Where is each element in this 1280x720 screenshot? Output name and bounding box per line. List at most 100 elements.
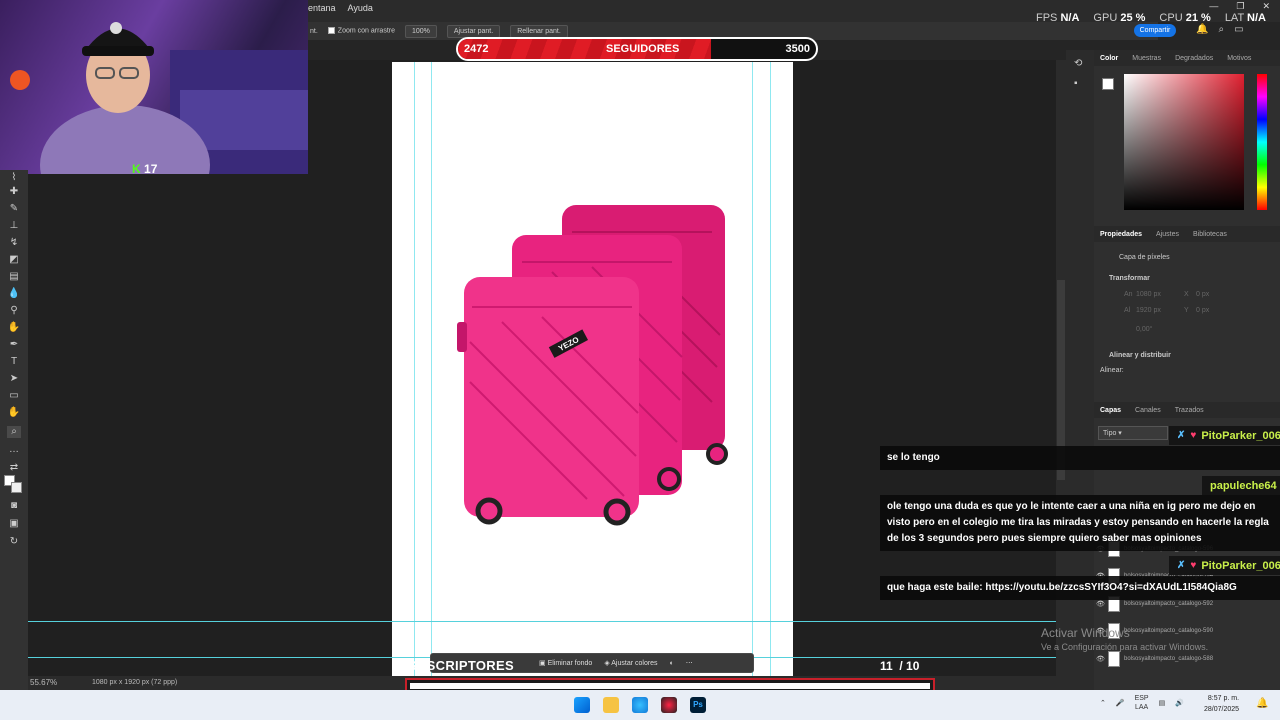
guide-line: [28, 621, 1058, 622]
quick-mask-icon[interactable]: ◙: [7, 500, 21, 512]
brush-icon[interactable]: ✎: [7, 203, 21, 215]
eye-icon[interactable]: 👁: [1096, 600, 1105, 608]
y-field[interactable]: 0 px: [1196, 307, 1209, 314]
start-icon[interactable]: [574, 697, 590, 713]
align-label: Alinear:: [1100, 367, 1124, 374]
mic-icon[interactable]: 🎤: [1116, 699, 1125, 707]
notification-icon[interactable]: 🔔: [1256, 698, 1268, 709]
bell-icon[interactable]: 🔔: [1196, 24, 1208, 35]
history-brush-icon[interactable]: ↯: [7, 237, 21, 249]
photoshop-icon[interactable]: Ps: [690, 697, 706, 713]
rectangle-icon[interactable]: ▭: [7, 390, 21, 402]
more-options-icon[interactable]: ⋯: [686, 659, 693, 667]
align-section[interactable]: Alinear y distribuir: [1109, 352, 1171, 359]
share-button[interactable]: Compartir: [1134, 24, 1176, 37]
smudge-icon[interactable]: ✋: [7, 322, 21, 334]
tab-paths[interactable]: Trazados: [1175, 407, 1204, 414]
rotate-view-icon[interactable]: ↻: [7, 536, 21, 548]
tab-adjustments[interactable]: Ajustes: [1156, 231, 1179, 238]
window-controls: — ❐ ✕: [1209, 1, 1270, 12]
blur-icon[interactable]: 💧: [7, 288, 21, 300]
heart-badge-icon: ♥: [1190, 560, 1197, 571]
remove-background-button[interactable]: ▣ Eliminar fondo: [539, 659, 592, 667]
mask-icon[interactable]: ◐: [670, 660, 674, 667]
subscribers-title: SUSCRIPTORES: [408, 658, 514, 673]
more-tools-icon[interactable]: …: [7, 444, 21, 456]
sword-badge-icon: ✗: [1177, 560, 1186, 571]
comments-icon[interactable]: ▪: [1074, 78, 1078, 89]
tab-gradients[interactable]: Degradados: [1175, 55, 1213, 62]
zoom-100-button[interactable]: 100%: [404, 24, 437, 38]
tab-layers[interactable]: Capas: [1100, 407, 1121, 414]
screen-mode-icon[interactable]: ▣: [7, 518, 21, 530]
transform-section[interactable]: Transformar: [1109, 275, 1150, 282]
background-color-swatch[interactable]: [11, 482, 22, 493]
width-label: An: [1124, 291, 1133, 298]
tools-panel: ⌇ ✚ ✎ ⊥ ↯ ◩ ▤ 💧 ⚲ ✋ ✒ T ➤ ▭ ✋ ⌕ … ⇄ ◙ ▣ …: [0, 170, 28, 690]
color-picker-field[interactable]: [1124, 74, 1244, 210]
chat-message: ole tengo una duda es que yo le intente …: [880, 495, 1280, 551]
x-field[interactable]: 0 px: [1196, 291, 1209, 298]
document-info: 1080 px x 1920 px (72 ppp): [92, 679, 178, 686]
file-explorer-icon[interactable]: [603, 697, 619, 713]
history-icon[interactable]: ⟲: [1074, 58, 1082, 69]
dodge-icon[interactable]: ⚲: [7, 305, 21, 317]
tab-color[interactable]: Color: [1100, 55, 1118, 62]
close-icon[interactable]: ✕: [1262, 1, 1270, 12]
zoom-drag-checkbox[interactable]: Zoom con arrastre: [327, 27, 395, 35]
obs-icon[interactable]: [661, 697, 677, 713]
volume-icon[interactable]: 🔊: [1175, 699, 1184, 707]
suitcase-image: YEZO: [457, 205, 728, 526]
language-indicator[interactable]: ESP LAA: [1135, 694, 1149, 712]
followers-title: SEGUIDORES: [606, 43, 680, 55]
type-icon[interactable]: T: [7, 356, 21, 368]
stamp-icon[interactable]: ⊥: [7, 220, 21, 232]
properties-tabs: Propiedades Ajustes Bibliotecas: [1094, 226, 1280, 242]
subscribers-count: 11 / 10: [880, 659, 920, 673]
menu-item-window[interactable]: entana: [308, 3, 336, 13]
hand-icon[interactable]: ✋: [7, 407, 21, 419]
tab-properties[interactable]: Propiedades: [1100, 231, 1142, 238]
path-select-icon[interactable]: ➤: [7, 373, 21, 385]
chevron-up-icon[interactable]: ⌃: [1100, 699, 1106, 707]
gradient-icon[interactable]: ▤: [7, 271, 21, 283]
tab-patterns[interactable]: Motivos: [1227, 55, 1251, 62]
lat-value: N/A: [1247, 12, 1266, 24]
swap-colors-icon[interactable]: ⇄: [7, 462, 21, 474]
width-field[interactable]: 1080 px: [1136, 291, 1161, 298]
lasso-icon[interactable]: ⌇: [7, 172, 21, 184]
tab-channels[interactable]: Canales: [1135, 407, 1161, 414]
adjust-colors-button[interactable]: ◈ Ajustar colores: [604, 659, 657, 667]
chat-username: ✗ ♥ PitoParker_006: [1169, 426, 1280, 445]
search-icon[interactable]: ⌕: [1218, 24, 1224, 35]
fg-swatch[interactable]: [1102, 78, 1114, 90]
network-icon[interactable]: ▤: [1159, 699, 1166, 707]
hue-slider[interactable]: [1257, 74, 1267, 210]
eye-icon[interactable]: 👁: [1096, 655, 1105, 663]
eraser-icon[interactable]: ◩: [7, 254, 21, 266]
layer-kind-filter[interactable]: Tipo ▾: [1098, 426, 1168, 440]
fill-screen-button[interactable]: Rellenar pant.: [510, 24, 568, 38]
windows-activation-watermark: Activar Windows Ve a Configuración para …: [1041, 626, 1209, 652]
zoom-level[interactable]: 55.67%: [30, 678, 57, 687]
height-field[interactable]: 1920 px: [1136, 307, 1161, 314]
kick-badge: K 17: [132, 162, 158, 174]
angle-field[interactable]: 0,00°: [1136, 326, 1152, 333]
menu-item-help[interactable]: Ayuda: [348, 3, 373, 13]
edge-icon[interactable]: [632, 697, 648, 713]
tab-libraries[interactable]: Bibliotecas: [1193, 231, 1227, 238]
cpu-value: 21: [1185, 12, 1198, 24]
fit-screen-button[interactable]: Ajustar pant.: [446, 24, 501, 38]
zoom-icon[interactable]: ⌕: [7, 426, 21, 438]
layer-row[interactable]: 👁 bolsosyaltoimpacto_catalogo-588: [1096, 650, 1254, 668]
pen-icon[interactable]: ✒: [7, 339, 21, 351]
y-label: Y: [1184, 307, 1189, 314]
healing-brush-icon[interactable]: ✚: [7, 186, 21, 198]
taskbar-clock[interactable]: 8:57 p. m. 28/07/2025: [1204, 693, 1239, 715]
tab-swatches[interactable]: Muestras: [1132, 55, 1161, 62]
workspace-icon[interactable]: ▭: [1234, 24, 1243, 35]
document-canvas[interactable]: YEZO: [392, 62, 793, 676]
restore-icon[interactable]: ❐: [1236, 1, 1244, 12]
header-icons: 🔔 ⌕ ▭: [1196, 24, 1244, 35]
minimize-icon[interactable]: —: [1209, 1, 1218, 12]
